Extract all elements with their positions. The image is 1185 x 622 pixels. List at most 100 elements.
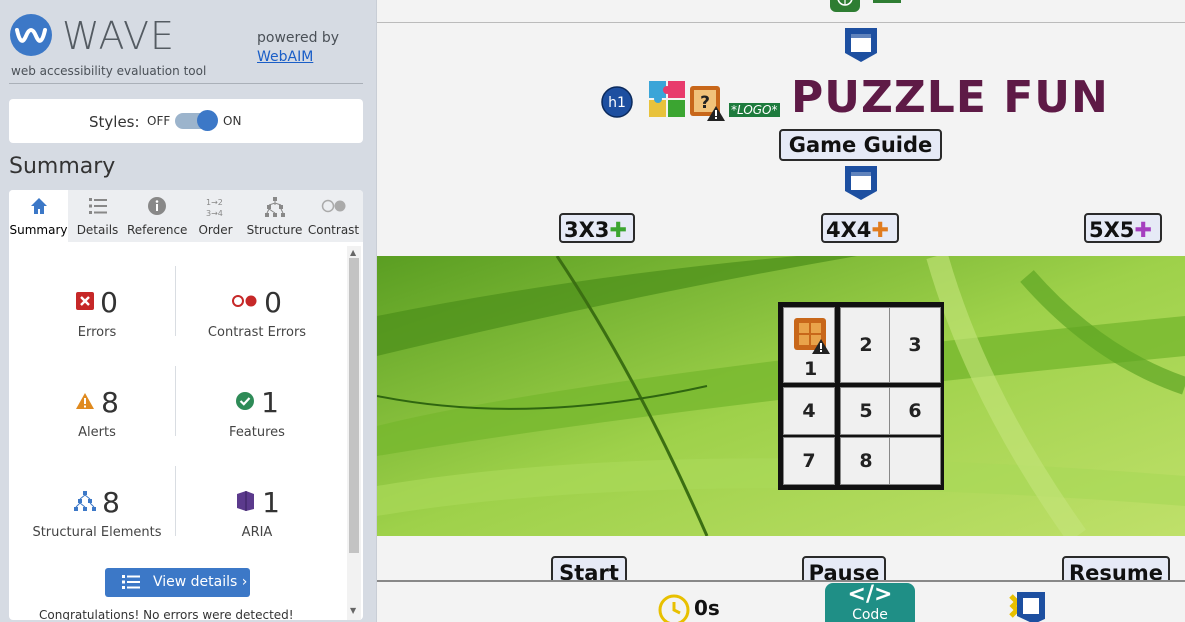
tab-contrast[interactable]: Contrast	[304, 190, 363, 242]
summary-heading: Summary	[9, 154, 116, 179]
header-divider	[9, 83, 363, 84]
feature-marker	[873, 0, 901, 3]
code-label: Code	[852, 607, 888, 622]
puzzle-tile-5[interactable]: 5	[840, 387, 892, 435]
stat-contrast-errors[interactable]: 0 Contrast Errors	[177, 286, 337, 340]
errors-label: Errors	[77, 325, 117, 340]
styles-label: Styles:	[89, 113, 140, 131]
styles-toggle[interactable]	[175, 110, 218, 131]
size-3x3-label: 3X3	[564, 218, 610, 242]
styles-toggle-panel: Styles: OFF ON	[9, 99, 363, 143]
tab-summary[interactable]: Summary	[9, 190, 68, 242]
size-5x5-button[interactable]: 5X5✚	[1084, 213, 1162, 243]
congrats-message: Congratulations! No errors were detected…	[39, 608, 294, 620]
view-details-button[interactable]: View details ›	[105, 568, 250, 597]
size-4x4-button[interactable]: 4X4✚	[821, 213, 899, 243]
info-icon	[127, 196, 186, 220]
scroll-thumb[interactable]	[349, 258, 359, 553]
svg-text:1→2: 1→2	[206, 198, 223, 207]
home-icon	[9, 196, 68, 220]
code-toggle-button[interactable]: </> Code	[825, 583, 915, 622]
scroll-down-icon[interactable]: ▼	[350, 606, 356, 615]
stat-features[interactable]: 1 Features	[177, 386, 337, 440]
contrast-errors-count: 0	[264, 286, 282, 319]
powered-by-text: powered by	[257, 30, 340, 46]
structural-label: Structural Elements	[32, 525, 162, 540]
aria-label: ARIA	[241, 525, 273, 540]
h1-structure-icon: h1	[601, 86, 633, 122]
puzzle-logo-image	[649, 81, 685, 121]
stat-alerts[interactable]: 8 Alerts	[17, 386, 177, 440]
code-icon: </>	[847, 582, 893, 607]
wave-subtitle: web accessibility evaluation tool	[11, 64, 207, 78]
contrast-errors-label: Contrast Errors	[207, 325, 307, 340]
tile-label: 1	[804, 358, 818, 380]
tile-label: 6	[908, 400, 922, 422]
styles-off-label: OFF	[147, 114, 171, 128]
stat-structural-elements[interactable]: 8 Structural Elements	[17, 486, 177, 540]
puzzle-tile-2[interactable]: 2	[840, 307, 892, 383]
summary-panel: Summary Details Reference 1→2 3→4 Order S…	[9, 190, 363, 620]
wave-title: WAVE	[62, 14, 176, 58]
size-3x3-button[interactable]: 3X3✚	[559, 213, 635, 243]
panel-scrollbar[interactable]: ▲ ▼	[347, 246, 361, 620]
tab-structure[interactable]: Structure	[245, 190, 304, 242]
view-details-label: View details ›	[153, 574, 248, 590]
tile-label: 5	[859, 400, 873, 422]
puzzle-tile-6[interactable]: 6	[889, 387, 941, 435]
logo-alt-text: *LOGO*	[729, 103, 780, 117]
wave-tabs: Summary Details Reference 1→2 3→4 Order S…	[9, 190, 363, 242]
footer-bar	[377, 580, 1185, 622]
tabindex-alert-icon	[1009, 590, 1051, 622]
tab-order[interactable]: 1→2 3→4 Order	[186, 190, 245, 242]
webaim-link[interactable]: WebAIM	[257, 49, 313, 65]
puzzle-tile-4[interactable]: 4	[783, 387, 835, 435]
size-5x5-label: 5X5	[1089, 218, 1135, 242]
game-guide-button[interactable]: Game Guide	[779, 129, 942, 161]
tile-label: 8	[859, 450, 873, 472]
tab-label: Structure	[246, 223, 303, 237]
errors-count: 0	[100, 286, 118, 319]
tab-details[interactable]: Details	[68, 190, 127, 242]
puzzle-tile-8[interactable]: 8	[840, 437, 892, 485]
svg-text:h1: h1	[608, 95, 626, 111]
features-count: 1	[261, 386, 279, 419]
stat-errors[interactable]: 0 Errors	[17, 286, 177, 340]
contrast-error-icon	[232, 293, 258, 312]
alt-alert-icon: ?	[690, 86, 726, 126]
features-label: Features	[229, 425, 285, 440]
styles-on-label: ON	[223, 114, 242, 128]
puzzle-tile-empty[interactable]	[889, 437, 941, 485]
puzzle-piece-icon: ✚	[609, 218, 628, 242]
puzzle-piece-icon: ✚	[1134, 218, 1153, 242]
list-icon	[68, 196, 127, 220]
tab-label: Order	[198, 223, 233, 237]
puzzle-tile-7[interactable]: 7	[783, 437, 835, 485]
tab-reference[interactable]: Reference	[127, 190, 188, 242]
feature-globe-icon	[830, 0, 860, 12]
size-4x4-label: 4X4	[826, 218, 872, 242]
tile-label: 4	[802, 400, 816, 422]
structure-icon	[74, 490, 97, 515]
puzzle-grid: 1 2 3 4 5 6 7 8	[778, 302, 944, 490]
puzzle-tile-3[interactable]: 3	[889, 307, 941, 383]
tile-label: 7	[802, 450, 816, 472]
alerts-count: 8	[101, 386, 119, 419]
aria-icon	[234, 490, 256, 516]
top-divider	[377, 22, 1185, 23]
error-icon	[76, 291, 95, 314]
stat-aria[interactable]: 1 ARIA	[177, 486, 337, 540]
wave-logo-icon	[10, 14, 52, 56]
tile-label: 3	[908, 334, 922, 356]
order-icon: 1→2 3→4	[186, 196, 245, 220]
alerts-label: Alerts	[78, 425, 116, 440]
tab-label: Contrast	[307, 223, 360, 237]
puzzle-tile-1[interactable]: 1	[783, 307, 835, 383]
tab-label: Details	[76, 223, 119, 237]
alert-icon	[75, 392, 95, 414]
scroll-up-icon[interactable]: ▲	[350, 248, 356, 257]
structural-count: 8	[102, 486, 120, 519]
header-landmark-icon	[844, 27, 878, 67]
svg-text:3→4: 3→4	[206, 209, 223, 218]
tab-label: Reference	[127, 223, 188, 237]
